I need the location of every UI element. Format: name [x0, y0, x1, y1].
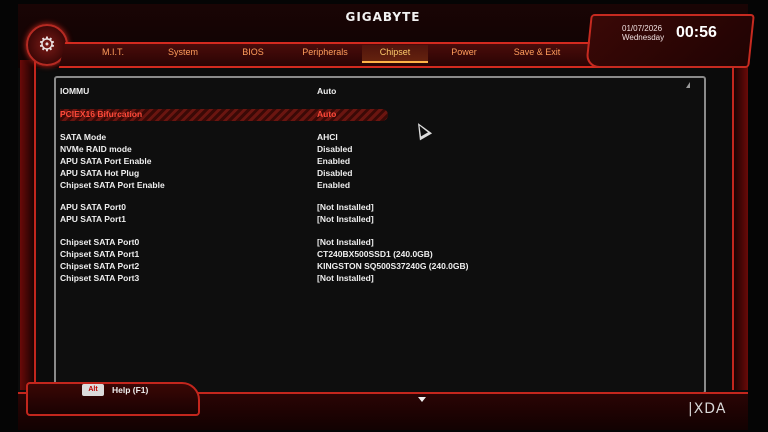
tab-power[interactable]: Power — [428, 45, 500, 63]
right-rail — [732, 60, 748, 390]
setting-value[interactable]: AHCI — [317, 132, 338, 142]
setting-label: APU SATA Port0 — [60, 202, 126, 212]
help-button[interactable]: Help (F1) — [112, 385, 148, 395]
setting-label: IOMMU — [60, 86, 90, 96]
setting-label: Chipset SATA Port3 — [60, 273, 140, 283]
setting-value[interactable]: Disabled — [317, 168, 352, 178]
setting-row-chipset-sata-port0[interactable]: Chipset SATA Port0 [Not Installed] — [60, 237, 680, 248]
menu-tabs: M.I.T. System BIOS Peripherals Chipset P… — [78, 45, 574, 63]
setting-value: [Not Installed] — [317, 237, 374, 247]
setting-value[interactable]: Enabled — [317, 180, 350, 190]
setting-value: [Not Installed] — [317, 273, 374, 283]
setting-label: Chipset SATA Port0 — [60, 237, 140, 247]
setting-value: KINGSTON SQ500S37240G (240.0GB) — [317, 261, 469, 271]
setting-row-iommu[interactable]: IOMMU Auto — [60, 86, 680, 97]
settings-panel — [54, 76, 706, 394]
setting-value[interactable]: Enabled — [317, 156, 350, 166]
scroll-indicator-icon[interactable] — [686, 82, 690, 88]
setting-row-chipset-sata-port3[interactable]: Chipset SATA Port3 [Not Installed] — [60, 273, 680, 284]
left-rail — [20, 60, 36, 390]
setting-value[interactable]: Disabled — [317, 144, 352, 154]
watermark: |XDA — [688, 401, 727, 417]
tab-bios[interactable]: BIOS — [218, 45, 288, 63]
setting-row-apu-sata-port-enable[interactable]: APU SATA Port Enable Enabled — [60, 156, 680, 167]
day-text: Wednesday — [622, 33, 665, 42]
setting-row-apu-sata-hot-plug[interactable]: APU SATA Hot Plug Disabled — [60, 168, 680, 179]
setting-row-pciex16-bifurcation[interactable]: PCIEX16 Bifurcation Auto — [60, 109, 388, 121]
setting-row-chipset-sata-port1[interactable]: Chipset SATA Port1 CT240BX500SSD1 (240.0… — [60, 249, 680, 260]
setting-label: APU SATA Port1 — [60, 214, 126, 224]
setting-row-apu-sata-port1[interactable]: APU SATA Port1 [Not Installed] — [60, 214, 680, 225]
tab-system[interactable]: System — [148, 45, 218, 63]
setting-row-chipset-sata-port2[interactable]: Chipset SATA Port2 KINGSTON SQ500S37240G… — [60, 261, 680, 272]
setting-value: [Not Installed] — [317, 202, 374, 212]
setting-label: Chipset SATA Port2 — [60, 261, 140, 271]
setting-row-apu-sata-port0[interactable]: APU SATA Port0 [Not Installed] — [60, 202, 680, 213]
bios-screen: GIGABYTE ⚙ M.I.T. System BIOS Peripheral… — [18, 4, 755, 430]
setting-label: Chipset SATA Port Enable — [60, 180, 165, 190]
setting-value[interactable]: Auto — [317, 86, 336, 96]
setting-label: NVMe RAID mode — [60, 144, 132, 154]
setting-label: APU SATA Hot Plug — [60, 168, 140, 178]
date-text: 01/07/2026 — [622, 24, 663, 33]
clock-panel — [585, 14, 755, 68]
scroll-down-icon[interactable] — [418, 397, 426, 402]
setting-value: [Not Installed] — [317, 214, 374, 224]
setting-label: SATA Mode — [60, 132, 107, 142]
setting-row-sata-mode[interactable]: SATA Mode AHCI — [60, 132, 680, 143]
setting-value: CT240BX500SSD1 (240.0GB) — [317, 249, 433, 259]
tab-mit[interactable]: M.I.T. — [78, 45, 148, 63]
setting-row-chipset-sata-port-enable[interactable]: Chipset SATA Port Enable Enabled — [60, 180, 680, 191]
tab-peripherals[interactable]: Peripherals — [288, 45, 362, 63]
alt-key-icon[interactable]: Alt — [82, 384, 104, 396]
tab-save-exit[interactable]: Save & Exit — [500, 45, 574, 63]
time-display: 00:56 — [676, 24, 717, 41]
setting-label: Chipset SATA Port1 — [60, 249, 140, 259]
date-display: 01/07/2026 Wednesday — [622, 24, 664, 42]
setting-label: PCIEX16 Bifurcation — [60, 109, 143, 119]
setting-row-nvme-raid-mode[interactable]: NVMe RAID mode Disabled — [60, 144, 680, 155]
setting-value[interactable]: Auto — [317, 109, 336, 119]
tab-chipset[interactable]: Chipset — [362, 45, 428, 63]
setting-label: APU SATA Port Enable — [60, 156, 152, 166]
